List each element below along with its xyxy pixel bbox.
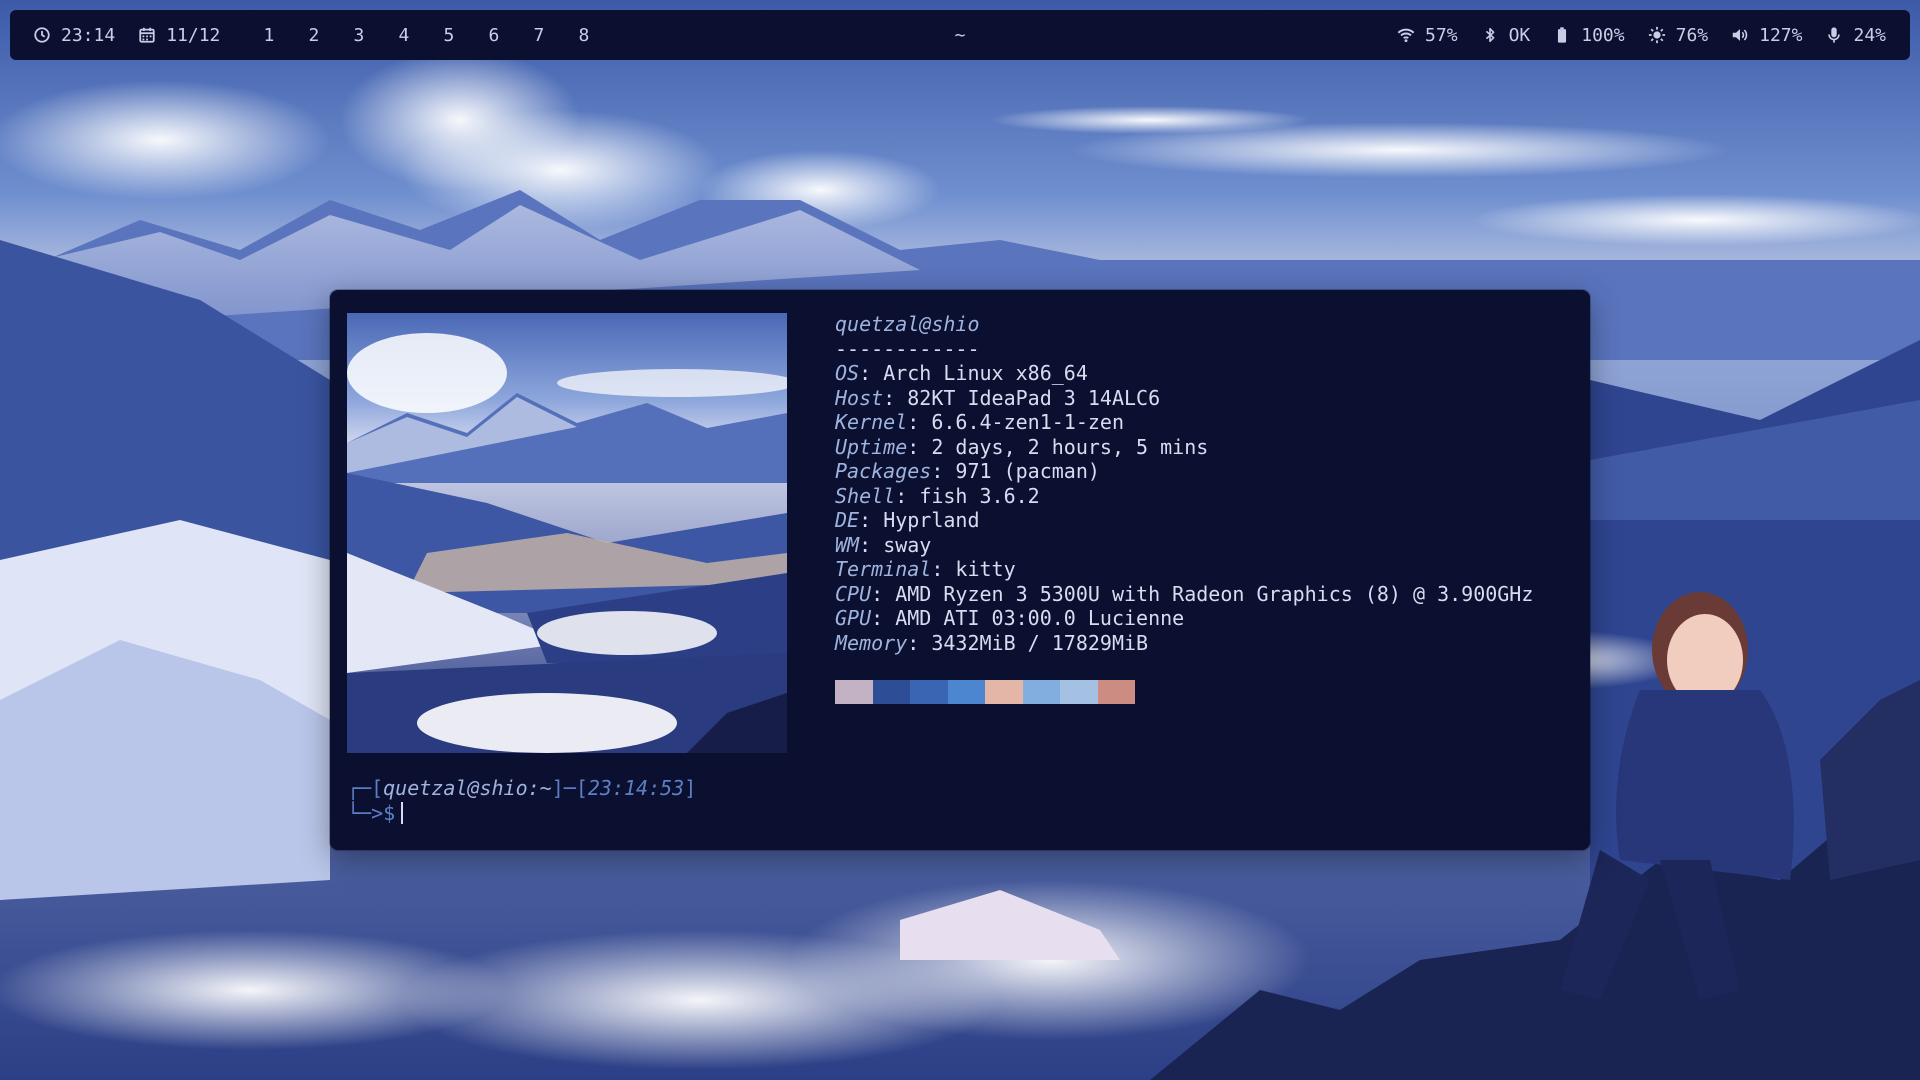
palette-swatch [872, 680, 910, 704]
palette-swatch [835, 680, 873, 704]
palette-swatch [1060, 680, 1098, 704]
workspace-1[interactable]: 1 [246, 25, 291, 46]
palette-swatch [910, 680, 948, 704]
workspace-5[interactable]: 5 [426, 25, 471, 46]
window-title: ~ [954, 24, 966, 46]
brightness-level: 76% [1675, 24, 1709, 46]
info-key-gpu: GPU [835, 606, 872, 630]
microphone-icon [1824, 25, 1844, 45]
microphone-module[interactable]: 24% [1824, 25, 1886, 46]
info-value-os: Arch Linux x86_64 [883, 361, 1088, 385]
info-key-os: OS [835, 361, 860, 385]
info-key-memory: Memory [835, 630, 908, 655]
workspace-3[interactable]: 3 [336, 25, 381, 46]
info-key-de: DE [835, 508, 860, 532]
prompt-close: ] [684, 776, 697, 800]
info-key-terminal: Terminal [835, 557, 932, 581]
info-host: shio [931, 312, 980, 336]
info-key-kernel: Kernel [835, 410, 908, 434]
color-palette [835, 680, 1135, 704]
info-key-shell: Shell [835, 483, 896, 508]
info-value-cpu: AMD Ryzen 3 5300U with Radeon Graphics (… [895, 581, 1534, 606]
terminal-window[interactable]: quetzal@shio ------------ OS: Arch Linux… [330, 290, 1590, 850]
info-value-gpu: AMD ATI 03:00.0 Lucienne [895, 606, 1185, 630]
prompt-line2: └─>$ [347, 800, 396, 825]
wifi-strength: 57% [1425, 24, 1458, 46]
brightness-icon [1647, 25, 1667, 45]
prompt-time: 23:14:53 [587, 776, 685, 800]
info-value-shell: fish 3.6.2 [919, 483, 1040, 508]
workspace-6[interactable]: 6 [471, 25, 516, 46]
palette-swatch [1022, 680, 1060, 704]
bluetooth-module[interactable]: OK [1480, 24, 1531, 46]
info-key-wm: WM [835, 532, 860, 557]
info-key-packages: Packages [835, 459, 932, 483]
date-text: 11/12 [166, 24, 221, 46]
wifi-module[interactable]: 57% [1396, 25, 1458, 46]
prompt-host: @shio [467, 776, 528, 800]
workspace-8[interactable]: 8 [561, 25, 606, 46]
prompt-path: :~ [527, 776, 552, 800]
clock-icon [32, 25, 52, 45]
info-value-memory: 3432MiB / 17829MiB [931, 630, 1149, 655]
microphone-level: 24% [1853, 24, 1886, 46]
clock-time: 23:14 [61, 24, 116, 46]
info-value-terminal: kitty [955, 557, 1016, 581]
workspace-2[interactable]: 2 [291, 25, 336, 46]
volume-module[interactable]: 127% [1730, 25, 1802, 46]
info-key-cpu: CPU [835, 581, 872, 606]
brightness-module[interactable]: 76% [1647, 24, 1709, 46]
bluetooth-icon [1480, 25, 1500, 45]
workspace-7[interactable]: 7 [516, 25, 561, 46]
workspace-4[interactable]: 4 [381, 25, 426, 46]
bluetooth-status: OK [1508, 24, 1531, 46]
info-value-host: 82KT IdeaPad 3 14ALC6 [907, 385, 1161, 410]
info-value-packages: 971 (pacman) [955, 459, 1100, 483]
info-separator: ------------ [835, 336, 980, 361]
battery-module[interactable]: 100% [1552, 24, 1625, 46]
workspace-list: 1 2 3 4 5 6 7 8 [246, 25, 606, 46]
prompt-open: ┌─[ [347, 776, 384, 800]
palette-swatch [985, 680, 1023, 704]
calendar-icon [137, 25, 157, 45]
info-value-de: Hyprland [883, 508, 980, 532]
info-value-kernel: 6.6.4-zen1-1-zen [931, 410, 1124, 434]
info-value-wm: sway [883, 532, 932, 557]
info-key-uptime: Uptime [835, 434, 908, 459]
prompt-user: quetzal [383, 776, 468, 800]
info-at: @ [919, 312, 932, 336]
palette-swatch [947, 680, 985, 704]
wifi-icon [1396, 25, 1416, 45]
date-module[interactable]: 11/12 [137, 25, 220, 46]
system-info: quetzal@shio ------------ OS: Arch Linux… [835, 312, 1534, 655]
battery-icon [1552, 25, 1572, 45]
status-bar: 23:14 11/12 1 2 3 4 5 6 7 8 ~ 57% OK 100… [10, 10, 1910, 60]
prompt-mid: ]─[ [551, 776, 588, 800]
volume-icon [1730, 25, 1750, 45]
info-key-host: Host [835, 385, 884, 410]
text-cursor[interactable] [401, 801, 404, 824]
battery-level: 100% [1581, 24, 1625, 46]
info-user: quetzal [835, 312, 920, 336]
fetch-logo-image [347, 313, 787, 753]
clock-module[interactable]: 23:14 [32, 25, 115, 46]
volume-level: 127% [1759, 24, 1803, 46]
shell-prompt[interactable]: ┌─[quetzal@shio:~]─[23:14:53] └─>$ [347, 776, 696, 825]
info-value-uptime: 2 days, 2 hours, 5 mins [931, 434, 1209, 459]
palette-swatch [1097, 680, 1135, 704]
